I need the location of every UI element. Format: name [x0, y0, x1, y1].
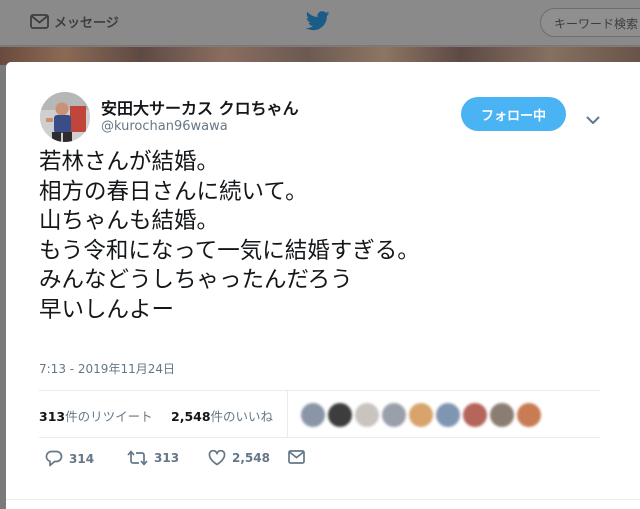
liker-avatar[interactable]	[301, 403, 325, 427]
user-handle[interactable]: @kurochan96wawa	[101, 119, 228, 134]
reply-icon	[45, 450, 63, 467]
messages-nav-label: メッセージ	[54, 16, 119, 31]
retweet-stat[interactable]: 313件のリツイート	[39, 406, 153, 425]
search-input[interactable]: キーワード検索	[540, 8, 640, 37]
retweet-count-action: 313	[154, 451, 180, 465]
liker-avatar[interactable]	[517, 403, 541, 427]
heart-icon	[208, 450, 226, 466]
top-navigation-bar: メッセージ キーワード検索	[0, 0, 640, 46]
like-count: 2,548	[171, 409, 211, 424]
tweet-timestamp[interactable]: 7:13 - 2019年11月24日	[39, 360, 175, 377]
tweet-modal: 安田大サーカス クロちゃん @kurochan96wawa フォロー中 若林さん…	[6, 62, 640, 509]
tweet-text-line: みんなどうしちゃったんだろう	[39, 267, 353, 293]
following-button[interactable]: フォロー中	[461, 97, 566, 131]
display-name[interactable]: 安田大サーカス クロちゃん	[101, 95, 299, 119]
retweet-icon	[127, 450, 148, 466]
liker-avatar[interactable]	[355, 403, 379, 427]
chevron-down-icon[interactable]	[586, 110, 600, 129]
liker-avatar[interactable]	[409, 403, 433, 427]
twitter-bird-icon[interactable]	[305, 11, 330, 35]
liker-avatar[interactable]	[436, 403, 460, 427]
reply-button[interactable]: 314	[45, 450, 94, 467]
like-button[interactable]: 2,548	[208, 450, 270, 466]
tweet-stats: 313件のリツイート 2,548件のいいね	[39, 390, 600, 438]
tweet-text-line: 山ちゃんも結婚。	[39, 208, 220, 234]
stats-divider	[287, 391, 288, 438]
modal-footer-divider	[6, 499, 640, 500]
liker-avatar[interactable]	[463, 403, 487, 427]
liker-avatar[interactable]	[490, 403, 514, 427]
tweet-text-line: 若林さんが結婚。	[39, 149, 220, 175]
retweet-stat-label: 件のリツイート	[65, 409, 153, 424]
tweet-text-line: 相方の春日さんに続いて。	[39, 178, 308, 205]
like-stat-label: 件のいいね	[210, 409, 274, 424]
like-stat[interactable]: 2,548件のいいね	[171, 406, 273, 425]
tweet-text-line: 早いしんよー	[39, 296, 175, 323]
avatar[interactable]	[40, 92, 90, 142]
tweet-text-line: もう令和になって一気に結婚すぎる。	[39, 237, 420, 264]
envelope-icon	[30, 14, 49, 29]
like-count-action: 2,548	[232, 451, 270, 465]
retweet-count: 313	[39, 409, 66, 424]
messages-nav-link[interactable]: メッセージ	[30, 12, 119, 31]
liker-avatar[interactable]	[382, 403, 406, 427]
liker-avatars	[301, 403, 541, 427]
direct-message-button[interactable]	[288, 450, 305, 464]
tweet-text: 若林さんが結婚。 相方の春日さんに続いて。 山ちゃんも結婚。 もう令和になって一…	[39, 148, 619, 325]
direct-message-icon	[288, 450, 305, 464]
retweet-button[interactable]: 313	[127, 450, 179, 466]
liker-avatar[interactable]	[328, 403, 352, 427]
reply-count: 314	[69, 451, 95, 466]
